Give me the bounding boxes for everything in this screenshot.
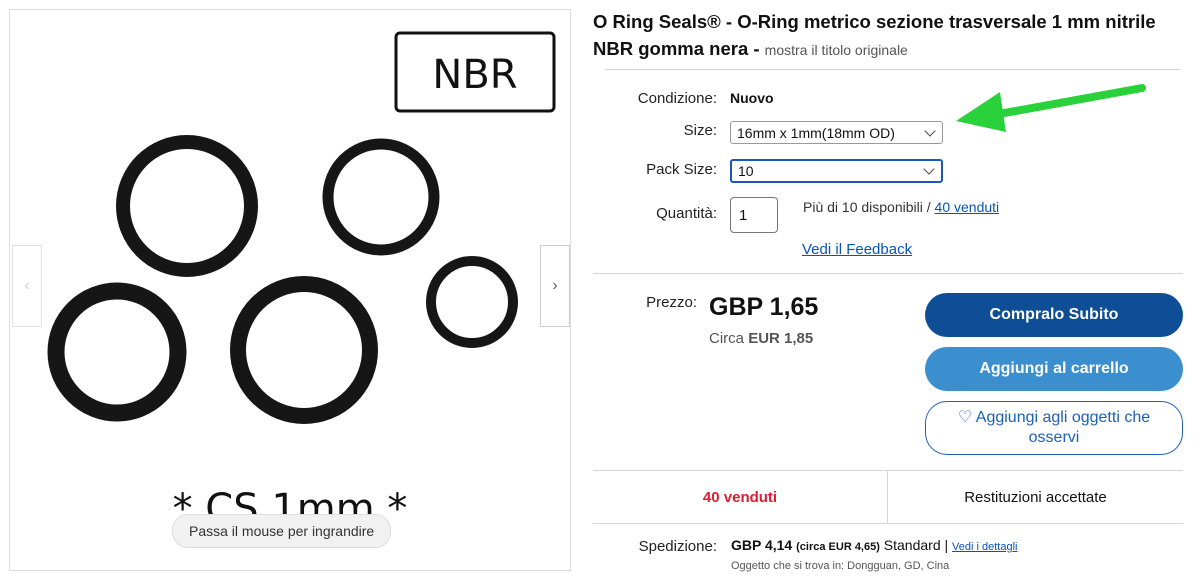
price-label: Prezzo: (646, 294, 697, 311)
gallery-prev-button[interactable]: ‹ (12, 245, 42, 327)
pack-size-label: Pack Size: (646, 161, 717, 178)
sold-count-link[interactable]: 40 venduti (935, 199, 1000, 215)
product-image[interactable]: NBR * CS 1mm * (10, 10, 570, 570)
o-ring (47, 282, 187, 422)
returns-accepted: Restituzioni accettate (964, 489, 1107, 506)
o-ring (116, 135, 258, 277)
add-to-watchlist-button[interactable]: ♡ Aggiungi agli oggetti che osservi (925, 401, 1183, 455)
gallery-next-button[interactable]: › (540, 245, 570, 327)
price-value: GBP 1,65 (709, 293, 819, 321)
pack-size-select-value: 10 (738, 163, 754, 179)
divider (593, 470, 1183, 471)
shipping-label: Spedizione: (638, 538, 717, 555)
size-label: Size: (683, 122, 717, 139)
zoom-hint: Passa il mouse per ingrandire (172, 514, 392, 548)
divider (593, 523, 1183, 524)
divider (593, 273, 1183, 274)
availability: Più di 10 disponibili / 40 venduti (803, 199, 999, 215)
chevron-left-icon: ‹ (24, 277, 30, 294)
o-ring (426, 256, 518, 348)
item-location: Oggetto che si trova in: Dongguan, GD, C… (731, 560, 950, 572)
quantity-input[interactable]: 1 (730, 197, 778, 233)
pack-size-select[interactable]: 10 (730, 159, 943, 183)
chevron-down-icon (924, 124, 936, 137)
chevron-right-icon: › (552, 277, 558, 294)
quantity-input-value: 1 (739, 206, 748, 224)
nbr-label-text: NBR (432, 52, 517, 98)
availability-text: Più di 10 disponibili / (803, 199, 931, 215)
size-select-value: 16mm x 1mm(18mm OD) (737, 124, 895, 141)
sold-count: 40 venduti (702, 489, 778, 506)
product-title: O Ring Seals® - O-Ring metrico sezione t… (593, 8, 1193, 64)
o-ring (322, 138, 440, 256)
divider (605, 69, 1180, 70)
approx-value: EUR 1,85 (748, 330, 814, 347)
o-rings (47, 135, 518, 424)
product-image-gallery[interactable]: NBR * CS 1mm * ‹ › Passa il mouse per in… (9, 9, 571, 571)
shipping-info: GBP 4,14 (circa EUR 4,65) Standard | Ved… (731, 537, 1017, 553)
quantity-label: Quantità: (656, 205, 717, 222)
annotation-arrow (956, 84, 1146, 132)
add-to-cart-button[interactable]: Aggiungi al carrello (925, 347, 1183, 391)
condition-value: Nuovo (730, 90, 774, 106)
approx-prefix: Circa (709, 330, 745, 347)
chevron-down-icon (923, 163, 935, 175)
shipping-approx: (circa EUR 4,65) (796, 541, 880, 553)
buy-now-button[interactable]: Compralo Subito (925, 293, 1183, 337)
size-select[interactable]: 16mm x 1mm(18mm OD) (730, 121, 943, 144)
o-ring (230, 276, 378, 424)
approx-price: Circa EUR 1,85 (709, 330, 813, 347)
condition-label: Condizione: (637, 90, 717, 107)
shipping-details-link[interactable]: Vedi i dettagli (952, 541, 1017, 553)
shipping-service: Standard | (883, 537, 949, 553)
show-original-title-link[interactable]: mostra il titolo originale (765, 42, 908, 58)
shipping-cost: GBP 4,14 (731, 537, 793, 553)
feedback-link[interactable]: Vedi il Feedback (802, 241, 912, 258)
